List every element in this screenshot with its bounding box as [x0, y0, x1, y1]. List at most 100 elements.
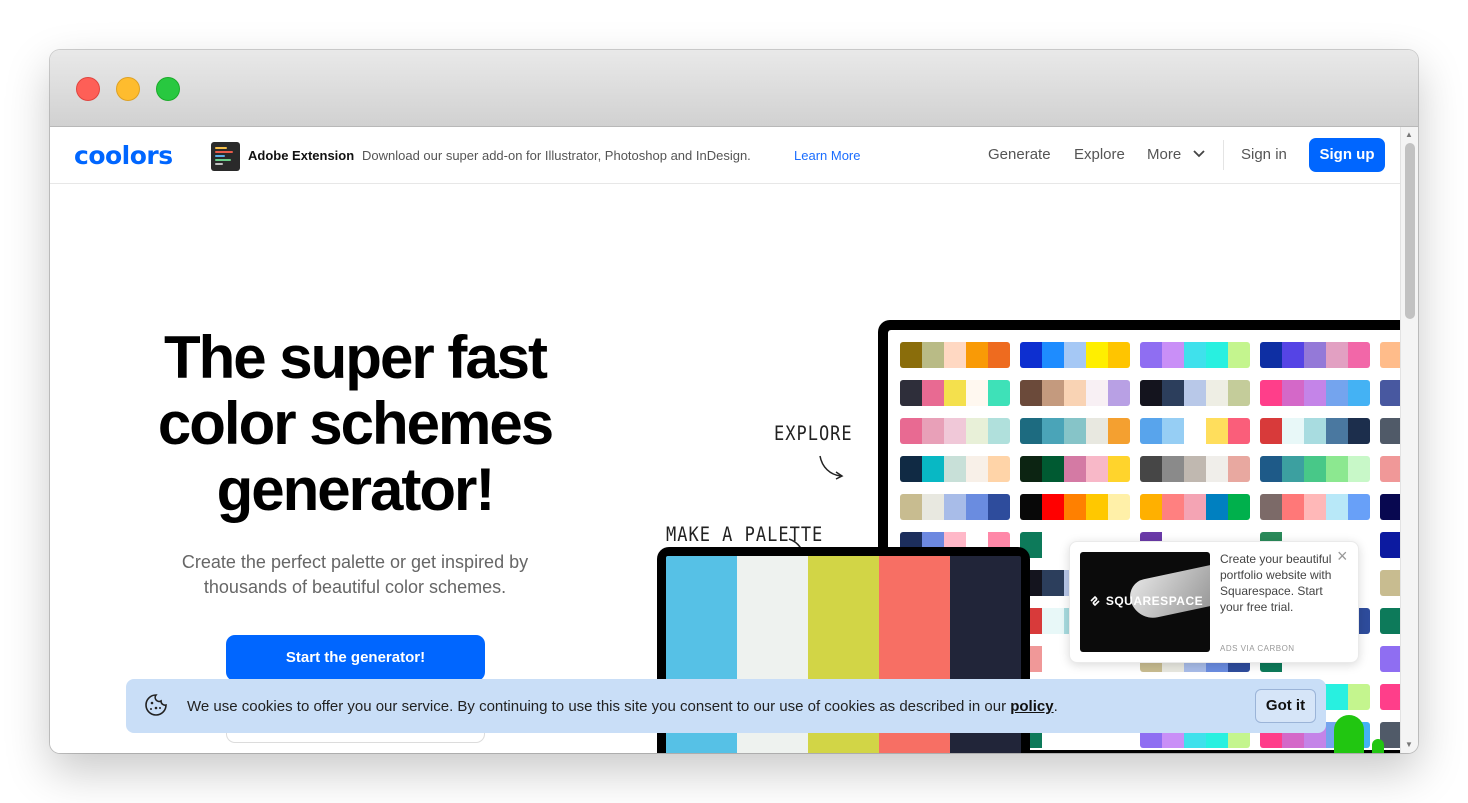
curved-arrow-icon	[819, 455, 844, 480]
palette-swatch	[1206, 342, 1228, 368]
palette-thumbnail	[1260, 494, 1370, 520]
palette-swatch	[900, 494, 922, 520]
ads-via-carbon[interactable]: ADS VIA CARBON	[1220, 644, 1295, 653]
coolors-logo[interactable]: coolors	[74, 141, 173, 170]
palette-swatch	[1042, 380, 1064, 406]
close-window-button[interactable]	[76, 77, 100, 101]
palette-swatch	[1140, 342, 1162, 368]
palette-swatch	[1380, 532, 1400, 558]
hero-subtitle-line: thousands of beautiful color schemes.	[203, 577, 507, 597]
got-it-button[interactable]: Got it	[1255, 689, 1316, 723]
palette-swatch	[1228, 380, 1250, 406]
palette-thumbnail	[1260, 456, 1370, 482]
hero-title-line: The super fast	[163, 324, 548, 391]
palette-swatch	[1380, 494, 1400, 520]
palette-swatch	[1042, 342, 1064, 368]
scroll-down-icon[interactable]: ▼	[1405, 740, 1413, 750]
palette-swatch	[1086, 418, 1108, 444]
palette-swatch	[1042, 494, 1064, 520]
palette-swatch	[1108, 380, 1130, 406]
palette-swatch	[1282, 418, 1304, 444]
palette-swatch	[1020, 380, 1042, 406]
palette-swatch	[900, 380, 922, 406]
carbon-ad[interactable]: SQUARESPACE Create your beautiful portfo…	[1069, 541, 1359, 663]
palette-swatch	[1020, 494, 1042, 520]
palette-swatch	[1042, 646, 1064, 672]
palette-thumbnail	[1260, 418, 1370, 444]
scroll-up-icon[interactable]: ▲	[1405, 130, 1413, 140]
palette-swatch	[922, 494, 944, 520]
palette-swatch	[1162, 418, 1184, 444]
policy-link[interactable]: policy	[1010, 698, 1053, 715]
palette-swatch	[1184, 380, 1206, 406]
palette-swatch	[1140, 418, 1162, 444]
close-icon[interactable]: ×	[1337, 546, 1348, 567]
palette-swatch	[1326, 342, 1348, 368]
palette-swatch	[900, 418, 922, 444]
palette-swatch	[944, 418, 966, 444]
palette-swatch	[1108, 418, 1130, 444]
vertical-scrollbar[interactable]: ▲ ▼	[1400, 127, 1418, 753]
palette-swatch	[1020, 456, 1042, 482]
palette-swatch	[1304, 456, 1326, 482]
palette-swatch	[1326, 684, 1348, 710]
palette-swatch	[944, 342, 966, 368]
palette-swatch	[1380, 380, 1400, 406]
scrollbar-thumb[interactable]	[1405, 143, 1415, 319]
nav-generate-link[interactable]: Generate	[988, 146, 1051, 163]
palette-swatch	[1042, 570, 1064, 596]
explore-label: EXPLORE	[774, 422, 853, 446]
palette-swatch	[988, 418, 1010, 444]
nav-more-link[interactable]: More	[1147, 146, 1181, 163]
chevron-down-icon[interactable]	[1192, 146, 1206, 163]
palette-swatch	[1162, 342, 1184, 368]
sign-up-button[interactable]: Sign up	[1309, 138, 1385, 172]
palette-swatch	[1162, 456, 1184, 482]
palette-swatch	[988, 342, 1010, 368]
palette-thumbnail	[1380, 532, 1400, 558]
adobe-extension-thumbnail[interactable]	[211, 142, 240, 171]
palette-swatch	[1086, 456, 1108, 482]
page-viewport: coolors Adobe Extension Download our sup…	[50, 127, 1400, 753]
sign-in-link[interactable]: Sign in	[1241, 146, 1287, 163]
palette-thumbnail	[1260, 380, 1370, 406]
title-bar	[50, 50, 1418, 127]
palette-thumbnail	[1020, 380, 1130, 406]
palette-swatch	[1042, 418, 1064, 444]
palette-swatch	[1380, 456, 1400, 482]
extension-title: Adobe Extension	[248, 148, 355, 163]
learn-more-link[interactable]: Learn More	[794, 148, 860, 163]
palette-swatch	[1282, 342, 1304, 368]
palette-swatch	[1020, 342, 1042, 368]
ad-image[interactable]: SQUARESPACE	[1080, 552, 1210, 652]
palette-swatch	[1260, 418, 1282, 444]
nav-explore-link[interactable]: Explore	[1074, 146, 1125, 163]
minimize-window-button[interactable]	[116, 77, 140, 101]
palette-thumbnail	[1380, 342, 1400, 368]
palette-swatch	[1108, 342, 1130, 368]
palette-thumbnail	[900, 380, 1010, 406]
palette-thumbnail	[900, 342, 1010, 368]
palette-swatch	[966, 494, 988, 520]
zoom-window-button[interactable]	[156, 77, 180, 101]
start-generator-button[interactable]: Start the generator!	[226, 635, 485, 681]
palette-swatch	[1162, 494, 1184, 520]
palette-swatch	[1260, 456, 1282, 482]
palette-swatch	[922, 456, 944, 482]
squarespace-icon	[1090, 595, 1100, 607]
palette-swatch	[1206, 418, 1228, 444]
palette-swatch	[1140, 494, 1162, 520]
cookie-period: .	[1053, 698, 1058, 715]
palette-swatch	[1260, 494, 1282, 520]
palette-thumbnail	[1020, 418, 1130, 444]
palette-thumbnail	[1020, 494, 1130, 520]
ad-text[interactable]: Create your beautiful portfolio website …	[1220, 551, 1340, 615]
palette-swatch	[922, 418, 944, 444]
palette-thumbnail	[1380, 646, 1400, 672]
palette-swatch	[1184, 418, 1206, 444]
palette-thumbnail	[1140, 342, 1250, 368]
palette-swatch	[966, 342, 988, 368]
palette-swatch	[1184, 494, 1206, 520]
palette-swatch	[1206, 380, 1228, 406]
palette-swatch	[1304, 418, 1326, 444]
